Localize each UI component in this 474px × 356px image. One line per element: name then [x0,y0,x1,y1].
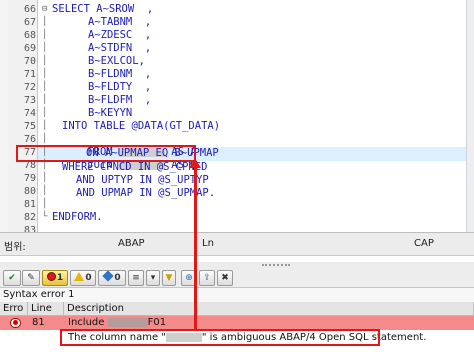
line-number: 67 [23,17,36,28]
redacted-include-name [107,317,148,327]
line-number: 82 [23,212,36,223]
list-view-button[interactable]: ≡ [128,270,144,286]
line-number: 75 [23,121,36,132]
ln-label: Ln [202,238,214,249]
code-line: ENDFORM. [52,211,103,223]
error-count: 1 [56,273,64,283]
code-line: SELECT A~SROW , [52,3,154,15]
code-line: B~FLDTY , [88,81,152,93]
syntax-error-title: Syntax error 1 [0,288,474,302]
line-number: 68 [23,30,36,41]
check-icon: ✔ [8,273,16,283]
range-label: 범위: [4,242,26,253]
pin-icon: ⊕ [185,273,193,283]
fold-line-icon: │ [42,82,48,92]
fold-line-icon: │ [42,43,48,53]
include-label: Include [68,317,105,328]
sort-button[interactable]: ▾ [146,270,160,286]
fold-line-icon: │ [42,69,48,79]
fold-line-icon: │ [42,17,48,27]
code-line: B~KEYYN [88,107,133,119]
line-number: 81 [23,199,36,210]
code-line: B~EXLCOL, [88,55,145,67]
line-number: 72 [23,82,36,93]
info-diamond-icon [102,270,115,282]
splitter-dots-icon [262,264,290,266]
code-line: A~TABNM , [88,16,152,28]
warning-count: 0 [85,273,92,283]
code-line: INTO TABLE @DATA(GT_DATA) [62,120,221,132]
annotation-box-message [60,329,380,346]
trash-icon: ✖ [221,273,229,283]
fold-line-icon: │ [42,108,48,118]
next-button[interactable]: ▼ [162,270,176,286]
line-number: 73 [23,95,36,106]
error-icon [10,318,21,328]
list-icon: ≡ [132,273,140,283]
code-line: WHERE CPNCD IN @S_CPNCD [62,161,208,173]
fold-line-icon: │ [42,30,48,40]
line-number: 80 [23,186,36,197]
code-line: B~FLDFM , [88,94,152,106]
line-number: 69 [23,43,36,54]
info-filter-button[interactable]: 0 [98,270,126,286]
error-dot-icon [46,272,56,281]
error-toolbar: ✔ ✎ 1 0 0 ≡ ▾ ▼ ⊕ ⇪ ✖ [0,268,474,288]
code-line: B~FLDNM , [88,68,152,80]
code-line: A~STDFN , [88,42,152,54]
fold-marker-icon[interactable]: ⊟ [42,3,47,16]
code-line: A~ZDESC , [88,29,152,41]
fold-line-icon: │ [42,56,48,66]
info-count: 0 [114,273,121,283]
fold-line-icon: │ [42,186,48,196]
warnings-filter-button[interactable]: 0 [70,270,96,286]
annotation-box-code [16,145,196,162]
check-button[interactable]: ✔ [3,270,21,286]
line-number: 79 [23,173,36,184]
edit-button[interactable]: ✎ [22,270,40,286]
pencil-icon: ✎ [27,273,35,283]
annotation-arrow-icon [189,158,201,168]
code-line: AND UPTYP IN @S_UPTYP [76,174,209,186]
error-description[interactable]: Include F01 [68,316,166,330]
export-button[interactable]: ⇪ [199,270,215,286]
vertical-scrollbar[interactable] [466,0,474,232]
annotation-arrow-line [194,166,197,330]
column-header-error[interactable]: Erro [0,302,28,316]
export-icon: ⇪ [203,273,211,283]
line-number: 66 [23,4,36,15]
sort-icon: ▾ [150,273,156,283]
chevron-down-icon: ▼ [165,273,173,283]
line-number: 70 [23,56,36,67]
column-header-description[interactable]: Description [64,302,474,316]
fold-end-icon: └ [42,212,48,222]
fold-line-icon: │ [42,95,48,105]
fold-strip [0,0,8,232]
caps-indicator: CAP [414,238,434,249]
include-suffix: F01 [147,317,167,328]
warning-icon [74,272,85,281]
code-editor[interactable]: 66 67 68 69 70 71 72 73 74 75 76 77 78 7… [0,0,474,232]
column-header-line[interactable]: Line [28,302,64,316]
fold-line-icon: │ [42,173,48,183]
delete-button[interactable]: ✖ [217,270,233,286]
language-label: ABAP [118,238,145,249]
fold-line-icon: │ [42,121,48,131]
line-number: 71 [23,69,36,80]
editor-statusbar: 범위: ABAP Ln CAP [0,232,474,256]
line-number: 83 [23,225,36,232]
error-line-number[interactable]: 81 [32,316,45,330]
errors-filter-button[interactable]: 1 [42,270,68,286]
line-number: 74 [23,108,36,119]
fold-line-icon: │ [42,199,48,209]
